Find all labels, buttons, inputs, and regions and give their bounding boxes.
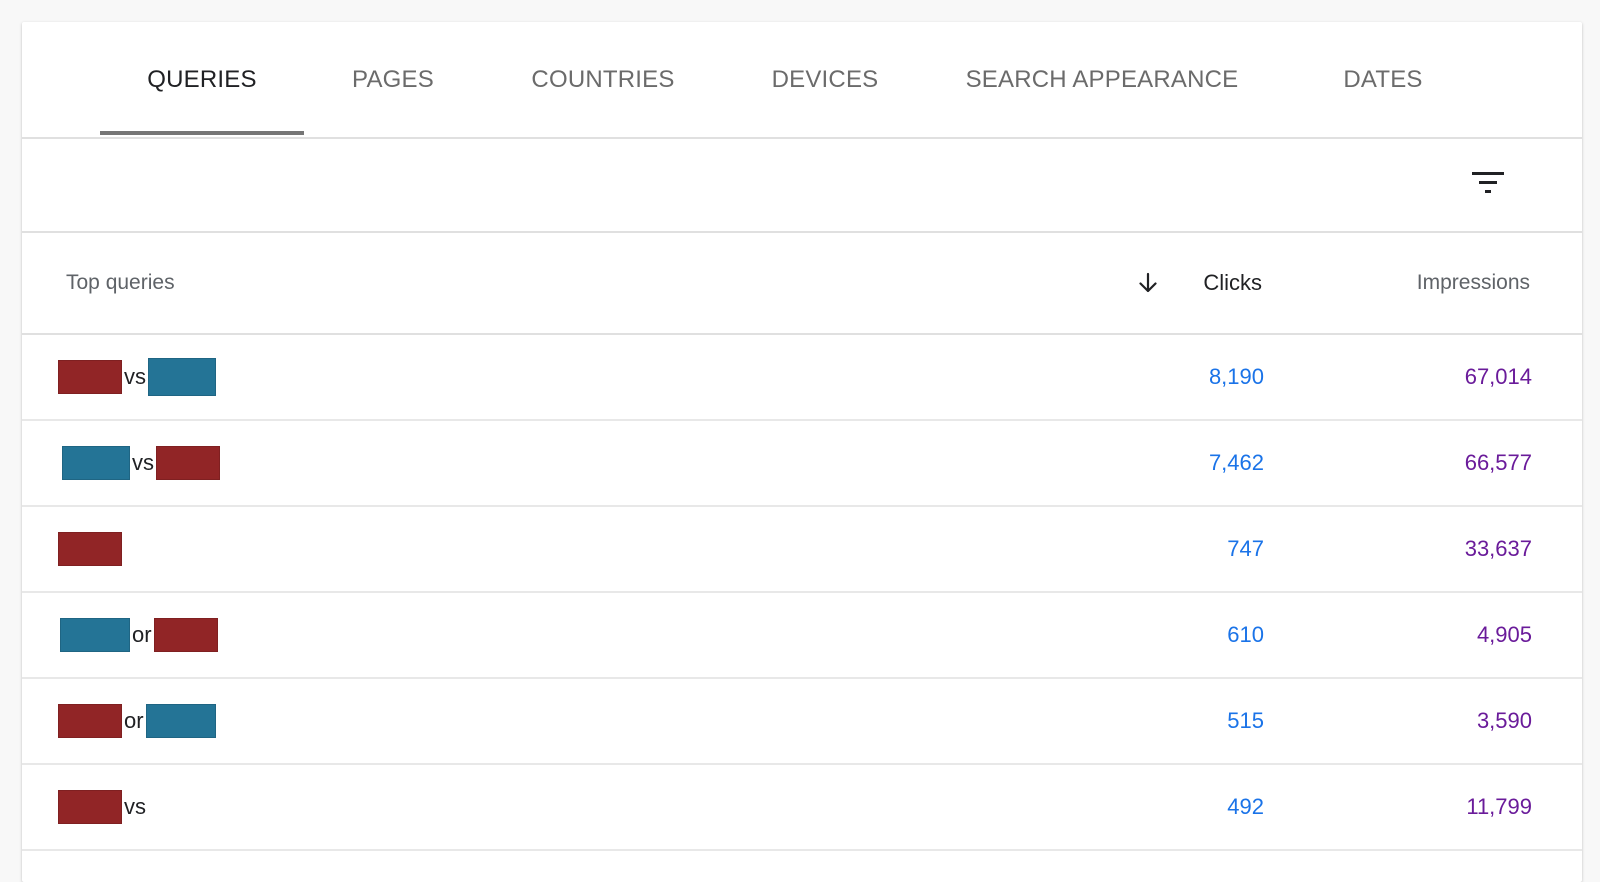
query-rows: vs 8,190 67,014 vs 7,462 66,577 747 33,6… bbox=[22, 335, 1582, 851]
filter-list-icon[interactable] bbox=[1470, 167, 1506, 199]
report-tabs: QUERIES PAGES COUNTRIES DEVICES SEARCH A… bbox=[22, 22, 1582, 139]
impressions-value: 11,799 bbox=[1466, 794, 1532, 819]
clicks-value: 492 bbox=[1227, 794, 1264, 819]
query-conjunction: or bbox=[124, 708, 144, 733]
table-row[interactable]: vs 8,190 67,014 bbox=[22, 335, 1582, 421]
table-row[interactable]: or 610 4,905 bbox=[22, 593, 1582, 679]
query-conjunction: vs bbox=[124, 364, 146, 389]
column-header-impressions[interactable]: Impressions bbox=[1417, 233, 1530, 333]
impressions-value: 4,905 bbox=[1476, 622, 1532, 647]
redacted-term-blue bbox=[62, 446, 130, 480]
arrow-down-icon[interactable] bbox=[1136, 271, 1160, 295]
query-cell: vs bbox=[62, 421, 220, 505]
table-row[interactable]: 747 33,637 bbox=[22, 507, 1582, 593]
tab-devices[interactable]: DEVICES bbox=[746, 22, 904, 137]
tab-queries[interactable]: QUERIES bbox=[100, 22, 304, 137]
table-row[interactable]: vs 7,462 66,577 bbox=[22, 421, 1582, 507]
query-conjunction: vs bbox=[132, 450, 154, 475]
redacted-term-red bbox=[58, 790, 122, 824]
query-cell bbox=[58, 507, 122, 591]
tab-countries[interactable]: COUNTRIES bbox=[500, 22, 706, 137]
redacted-term-red bbox=[156, 446, 220, 480]
query-conjunction: or bbox=[132, 622, 152, 647]
query-cell: or bbox=[58, 679, 216, 763]
tab-search-appearance[interactable]: SEARCH APPEARANCE bbox=[950, 22, 1254, 137]
impressions-value: 67,014 bbox=[1464, 364, 1532, 389]
table-toolbar bbox=[22, 139, 1582, 233]
impressions-value: 33,637 bbox=[1464, 536, 1532, 561]
clicks-value: 747 bbox=[1227, 536, 1264, 561]
impressions-value: 66,577 bbox=[1464, 450, 1532, 475]
clicks-value: 610 bbox=[1227, 622, 1264, 647]
column-header-top-queries: Top queries bbox=[66, 271, 175, 294]
table-header: Top queries Clicks Impressions bbox=[22, 233, 1582, 335]
query-cell: or bbox=[60, 593, 218, 677]
performance-card: QUERIES PAGES COUNTRIES DEVICES SEARCH A… bbox=[22, 22, 1582, 882]
redacted-term-red bbox=[58, 360, 122, 394]
clicks-value: 8,190 bbox=[1208, 364, 1264, 389]
clicks-value: 7,462 bbox=[1208, 450, 1264, 475]
impressions-value: 3,590 bbox=[1476, 708, 1532, 733]
clicks-value: 515 bbox=[1227, 708, 1264, 733]
redacted-term-red bbox=[58, 704, 122, 738]
active-tab-indicator bbox=[100, 131, 304, 135]
table-row[interactable]: vs 492 11,799 bbox=[22, 765, 1582, 851]
redacted-term-red bbox=[58, 532, 122, 566]
redacted-term-blue bbox=[148, 358, 216, 396]
redacted-term-blue bbox=[145, 704, 216, 738]
redacted-term-blue bbox=[60, 618, 130, 652]
query-cell: vs bbox=[58, 765, 148, 849]
tab-pages[interactable]: PAGES bbox=[322, 22, 464, 137]
tab-dates[interactable]: DATES bbox=[1312, 22, 1454, 137]
column-header-clicks[interactable]: Clicks bbox=[1203, 233, 1262, 333]
table-row[interactable]: or 515 3,590 bbox=[22, 679, 1582, 765]
redacted-term-red bbox=[153, 618, 218, 652]
query-conjunction: vs bbox=[124, 794, 146, 819]
query-cell: vs bbox=[58, 335, 216, 419]
